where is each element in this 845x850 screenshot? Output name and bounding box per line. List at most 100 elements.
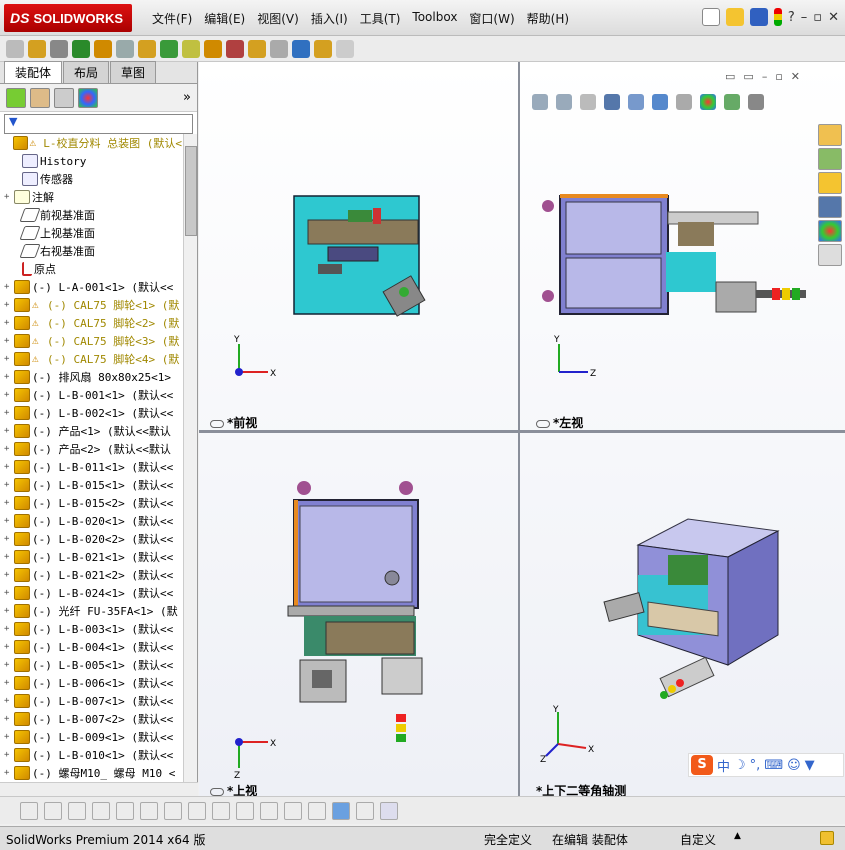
configuration-manager-icon[interactable] (54, 87, 74, 108)
tree-item[interactable]: + (-) 排风扇 80x80x25<1> (0, 368, 182, 386)
tree-item[interactable]: + (-) 产品<1> (默认<<默认 (0, 422, 182, 440)
viewport-split-icon[interactable]: ▭ (725, 70, 735, 83)
relation-icon[interactable] (308, 801, 326, 820)
expand-chevron-icon[interactable]: » (183, 90, 191, 105)
restore-icon[interactable]: ▫ (813, 10, 822, 25)
assembly-features-icon[interactable] (160, 39, 178, 58)
custom-properties-icon[interactable] (818, 244, 842, 266)
tree-item[interactable]: + (-) L-B-021<2> (默认<< (0, 566, 182, 584)
solidworks-logo[interactable]: DS SOLIDWORKS (4, 4, 132, 32)
tree-item[interactable]: + (-) L-B-007<2> (默认<< (0, 710, 182, 728)
file-explorer-icon[interactable] (818, 172, 842, 194)
expand-icon[interactable]: + (4, 516, 14, 526)
menu-view[interactable]: 视图(V) (251, 8, 305, 29)
section-view-icon[interactable] (604, 94, 620, 110)
tree-item[interactable]: + (-) L-B-002<1> (默认<< (0, 404, 182, 422)
ime-toolbar[interactable]: S 中 ☽ °, ⌨ ☺ ▼ (688, 753, 844, 777)
corner-icon[interactable] (236, 801, 254, 820)
expand-icon[interactable]: + (4, 714, 14, 724)
expand-icon[interactable]: + (4, 588, 14, 598)
circle-icon[interactable] (44, 801, 62, 820)
menu-edit[interactable]: 编辑(E) (198, 8, 251, 29)
expand-icon[interactable]: + (4, 660, 14, 670)
interference-icon[interactable] (292, 39, 310, 58)
tree-item[interactable]: + (-) L-B-003<1> (默认<< (0, 620, 182, 638)
line-icon[interactable] (68, 801, 86, 820)
expand-icon[interactable]: + (4, 408, 14, 418)
units-arrow-icon[interactable]: ▲ (734, 831, 741, 841)
menu-help[interactable]: 帮助(H) (521, 8, 575, 29)
tree-item[interactable]: + (-) 光纤 FU-35FA<1> (默 (0, 602, 182, 620)
expand-icon[interactable]: + (4, 336, 14, 346)
tree-item[interactable]: + (-) L-B-015<2> (默认<< (0, 494, 182, 512)
open-folder-icon[interactable] (725, 8, 744, 26)
expand-icon[interactable]: + (4, 606, 14, 616)
tree-item[interactable]: 上视基准面 (0, 224, 182, 242)
tree-item[interactable]: + (-) L-B-015<1> (默认<< (0, 476, 182, 494)
viewport-divider-vertical[interactable] (518, 62, 520, 796)
insert-component-icon[interactable] (28, 39, 46, 58)
trim-icon[interactable] (116, 801, 134, 820)
design-library-icon[interactable] (818, 148, 842, 170)
expand-icon[interactable]: + (4, 480, 14, 490)
smart-fasteners-icon[interactable] (94, 39, 112, 58)
moon-icon[interactable]: ☽ (734, 758, 746, 773)
arc-icon[interactable] (140, 801, 158, 820)
explode-line-icon[interactable] (270, 39, 288, 58)
menu-tools[interactable]: 工具(T) (354, 8, 407, 29)
expand-icon[interactable]: + (4, 354, 14, 364)
link-icon[interactable] (210, 419, 224, 428)
tree-item[interactable]: 右视基准面 (0, 242, 182, 260)
ime-punct[interactable]: °, (750, 758, 761, 773)
feature-manager-icon[interactable] (6, 87, 26, 108)
display-manager-icon[interactable] (78, 87, 98, 108)
expand-icon[interactable]: + (4, 570, 14, 580)
user-icon[interactable]: ☺ (787, 758, 801, 773)
sogou-ime-icon[interactable]: S (691, 755, 713, 775)
expand-icon[interactable]: + (4, 300, 14, 310)
point-icon[interactable] (20, 801, 38, 820)
expand-icon[interactable]: + (4, 426, 14, 436)
tab-sketch[interactable]: 草图 (110, 61, 157, 83)
expand-icon[interactable]: + (4, 534, 14, 544)
tree-item[interactable]: 前视基准面 (0, 206, 182, 224)
view-palette-icon[interactable] (818, 196, 842, 218)
reference-geometry-icon[interactable] (182, 39, 200, 58)
menu-toolbox[interactable]: Toolbox (406, 8, 463, 29)
expand-icon[interactable]: + (4, 768, 14, 778)
tree-item[interactable]: + (-) L-B-009<1> (默认<< (0, 728, 182, 746)
tab-assembly[interactable]: 装配体 (4, 61, 63, 83)
tab-layout[interactable]: 布局 (63, 61, 110, 83)
shirt-icon[interactable]: ▼ (805, 758, 815, 773)
expand-icon[interactable]: + (4, 696, 14, 706)
scroll-thumb[interactable] (185, 146, 197, 236)
expand-icon[interactable]: + (4, 318, 14, 328)
tree-item[interactable]: + (-) L-B-006<1> (默认<< (0, 674, 182, 692)
tree-item[interactable]: + (-) 产品<2> (默认<<默认 (0, 440, 182, 458)
polygon-icon[interactable] (92, 801, 110, 820)
tree-item[interactable]: 原点 (0, 260, 182, 278)
menu-insert[interactable]: 插入(I) (305, 8, 354, 29)
tree-item[interactable]: + ⚠ (-) CAL75 脚轮<2> (默 (0, 314, 182, 332)
left-view-model[interactable] (540, 192, 810, 322)
expand-icon[interactable]: + (4, 462, 14, 472)
edit-appearance-icon[interactable] (700, 94, 716, 110)
tree-horizontal-scrollbar[interactable] (0, 782, 198, 796)
tree-item[interactable]: + (-) L-B-021<1> (默认<< (0, 548, 182, 566)
expand-icon[interactable]: + (4, 678, 14, 688)
appearances-icon[interactable] (818, 220, 842, 242)
viewport-min-icon[interactable]: – (762, 70, 768, 83)
single-viewport-icon[interactable] (356, 801, 374, 820)
bill-of-materials-icon[interactable] (226, 39, 244, 58)
expand-icon[interactable]: + (4, 732, 14, 742)
top-view-model[interactable] (286, 480, 426, 750)
four-viewport-icon[interactable] (380, 801, 398, 820)
expand-icon[interactable]: + (4, 552, 14, 562)
tree-item[interactable]: + ⚠ (-) CAL75 脚轮<3> (默 (0, 332, 182, 350)
tag-icon[interactable] (820, 831, 834, 845)
apply-scene-icon[interactable] (724, 94, 740, 110)
expand-icon[interactable]: + (4, 444, 14, 454)
expand-icon[interactable]: + (4, 624, 14, 634)
help-icon[interactable]: ? (788, 10, 795, 25)
property-manager-icon[interactable] (30, 87, 50, 108)
